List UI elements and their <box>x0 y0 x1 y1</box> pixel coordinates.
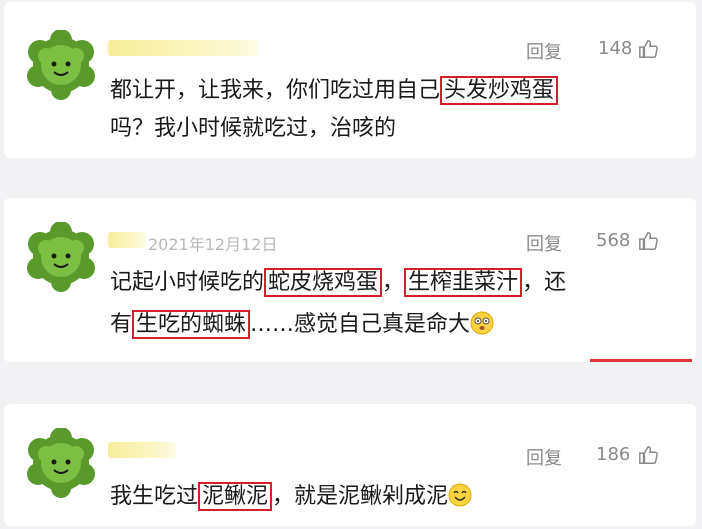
comment-text-line: 有生吃的蜘蛛 ……感觉自己真是命大 <box>110 310 494 340</box>
comment-text-line: 都让开，让我来，你们吃过用自己 头发炒鸡蛋 <box>110 76 559 106</box>
avatar[interactable] <box>26 222 96 292</box>
comment-card: 回复 148 都让开，让我来，你们吃过用自己 头发炒鸡蛋 吗？我小时候就吃过，治咳… <box>4 2 696 158</box>
comment-text-line: 我生吃过 泥鳅泥 ，就是泥鳅剁成泥 <box>110 482 472 512</box>
comment-text-line: 记起小时候吃的 蛇皮烧鸡蛋，生榨韭菜汁 ，还 <box>110 268 567 297</box>
like-count: 148 <box>598 38 633 59</box>
comment-card: 2021年12月12日 回复 568 记起小时候吃的 蛇皮烧鸡蛋，生榨韭菜汁 ，还 … <box>4 198 696 362</box>
thumb-up-icon[interactable] <box>638 230 660 252</box>
like-count: 568 <box>596 230 631 251</box>
reply-button[interactable]: 回复 <box>526 230 562 256</box>
highlight-box: 生榨韭菜汁 <box>404 268 523 297</box>
highlight-box: 泥鳅泥 <box>198 482 273 511</box>
comment-date: 2021年12月12日 <box>148 235 278 254</box>
highlight-box: 头发炒鸡蛋 <box>440 76 559 105</box>
username-redacted[interactable] <box>108 442 176 458</box>
avatar[interactable] <box>26 30 96 100</box>
reply-button[interactable]: 回复 <box>526 38 562 64</box>
reply-button[interactable]: 回复 <box>526 444 562 470</box>
like-count: 186 <box>596 444 631 465</box>
avatar[interactable] <box>26 428 96 498</box>
dizzy-face-emoji <box>470 311 494 335</box>
thumb-up-icon[interactable] <box>638 38 660 60</box>
divider <box>590 359 692 362</box>
highlight-box: 生吃的蜘蛛 <box>132 310 251 339</box>
smiling-face-emoji <box>448 483 472 507</box>
username-redacted[interactable] <box>108 40 258 56</box>
thumb-up-icon[interactable] <box>638 444 660 466</box>
comment-card: 回复 186 我生吃过 泥鳅泥 ，就是泥鳅剁成泥 <box>4 404 696 526</box>
comment-text-line: 吗？我小时候就吃过，治咳的 <box>110 116 397 141</box>
username-redacted[interactable] <box>108 232 146 248</box>
highlight-box: 蛇皮烧鸡蛋 <box>264 268 383 297</box>
